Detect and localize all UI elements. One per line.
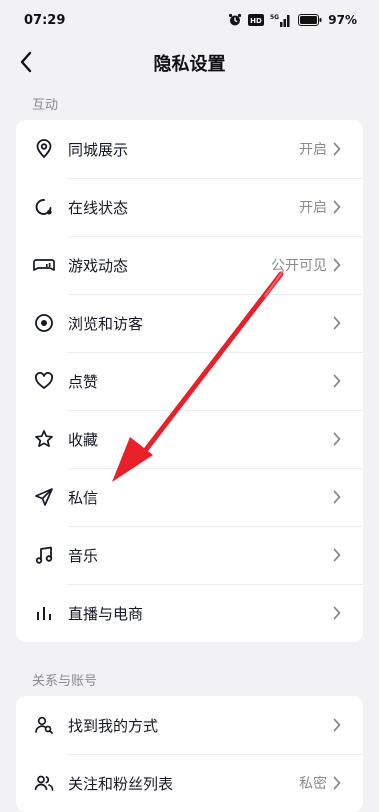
row-label: 找到我的方式 [68,716,159,735]
alarm-icon [228,13,242,27]
status-bar: 07:29 HD 5G 97% [0,0,379,40]
row-same-city-display[interactable]: 同城展示 开启 [16,120,363,178]
row-label: 点赞 [68,372,99,391]
row-game-activity[interactable]: 游戏动态 公开可见 [16,236,363,294]
music-note-icon [33,544,55,566]
chevron-right-icon [333,316,343,330]
location-pin-icon [33,138,55,160]
row-live-and-ecommerce[interactable]: 直播与电商 [16,584,363,642]
chevron-right-icon [333,776,343,790]
row-music[interactable]: 音乐 [16,526,363,584]
row-label: 私信 [68,488,99,507]
chevron-right-icon [333,142,343,156]
battery-level: 97% [328,13,357,27]
status-icons: HD 5G 97% [228,13,357,27]
row-label: 在线状态 [68,198,129,217]
star-icon [33,428,55,450]
row-label: 同城展示 [68,140,129,159]
chevron-right-icon [333,718,343,732]
chevron-right-icon [333,490,343,504]
chevron-right-icon [333,432,343,446]
hd-icon: HD [248,14,265,26]
bars-icon [33,602,55,624]
row-browse-and-visitors[interactable]: 浏览和访客 [16,294,363,352]
eye-icon [33,312,55,334]
chevron-right-icon [333,548,343,562]
row-value: 开启 [299,200,327,216]
row-label: 关注和粉丝列表 [68,774,174,793]
signal-icon: 5G [270,13,292,27]
row-direct-messages[interactable]: 私信 [16,468,363,526]
row-value: 公开可见 [271,258,327,274]
section-label-relations-account: 关系与账号 [32,674,98,689]
row-label: 收藏 [68,430,99,449]
row-likes[interactable]: 点赞 [16,352,363,410]
nav-bar: 隐私设置 [0,40,379,84]
find-user-icon [33,714,55,736]
row-ways-to-find-me[interactable]: 找到我的方式 [16,696,363,754]
chevron-right-icon [333,374,343,388]
status-time: 07:29 [24,12,66,28]
chevron-right-icon [333,258,343,272]
row-label: 音乐 [68,546,99,565]
battery-icon [298,14,322,26]
svg-text:5G: 5G [270,14,279,21]
page-title: 隐私设置 [153,54,226,75]
row-following-and-followers[interactable]: 关注和粉丝列表 私密 [16,754,363,812]
online-status-icon [33,196,55,218]
section-label-interaction: 互动 [32,98,59,113]
interaction-settings-card: 同城展示 开启 在线状态 开启 游戏动态 公开可见 浏览和访客 点赞 收藏 私信… [16,120,363,642]
followers-icon [33,772,55,794]
row-value: 私密 [299,776,327,792]
chevron-right-icon [333,200,343,214]
row-label: 直播与电商 [68,604,144,623]
row-label: 游戏动态 [68,256,129,275]
row-online-status[interactable]: 在线状态 开启 [16,178,363,236]
svg-text:HD: HD [250,17,262,25]
row-label: 浏览和访客 [68,314,144,333]
heart-icon [33,370,55,392]
game-controller-icon [33,254,55,276]
row-favorites[interactable]: 收藏 [16,410,363,468]
row-value: 开启 [299,142,327,158]
chevron-right-icon [333,606,343,620]
paper-plane-icon [33,486,55,508]
relations-settings-card: 找到我的方式 关注和粉丝列表 私密 [16,696,363,812]
